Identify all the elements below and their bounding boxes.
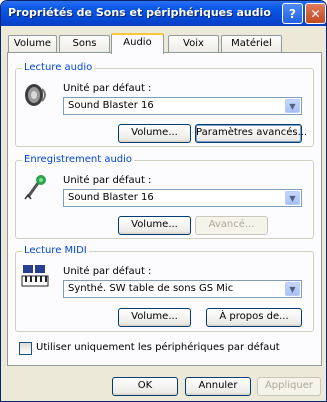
midi-group: Lecture MIDI Unité par défaut : Synthé. …: [15, 245, 314, 332]
chevron-down-icon: ▼: [285, 191, 300, 205]
tab-sounds[interactable]: Sons: [59, 35, 110, 53]
playback-volume-button[interactable]: Volume...: [118, 124, 191, 143]
close-icon: ✕: [310, 6, 321, 21]
microphone-icon: [24, 175, 46, 200]
tab-hardware[interactable]: Matériel: [221, 35, 282, 53]
playback-legend: Lecture audio: [22, 62, 95, 73]
midi-keyboard-icon: [21, 265, 49, 287]
recording-group: Enregistrement audio Unité par défaut : …: [15, 154, 314, 239]
apply-button: Appliquer: [257, 377, 321, 396]
playback-device-value: Sound Blaster 16: [68, 100, 154, 111]
recording-device-value: Sound Blaster 16: [68, 192, 154, 203]
window-title: Propriétés de Sons et périphériques audi…: [8, 6, 271, 19]
playback-group: Lecture audio Unité par défaut : Sound B…: [15, 62, 314, 147]
speaker-icon: [25, 84, 46, 106]
recording-advanced-button: Avancé...: [195, 216, 268, 235]
chevron-down-icon: ▼: [285, 282, 300, 296]
midi-default-label: Unité par défaut :: [63, 266, 152, 277]
recording-device-select[interactable]: Sound Blaster 16 ▼: [63, 189, 302, 207]
tab-volume[interactable]: Volume: [8, 35, 57, 53]
midi-device-select[interactable]: Synthé. SW table de sons GS Mic ▼: [63, 280, 302, 298]
midi-volume-button[interactable]: Volume...: [118, 308, 191, 327]
recording-legend: Enregistrement audio: [22, 154, 135, 165]
title-bar: Propriétés de Sons et périphériques audi…: [1, 1, 326, 26]
midi-about-button[interactable]: À propos de...: [206, 308, 302, 327]
chevron-down-icon: ▼: [285, 99, 300, 113]
tab-strip: Volume Sons Audio Voix Matériel: [7, 33, 322, 54]
help-button[interactable]: ?: [282, 3, 303, 24]
properties-window: Propriétés de Sons et périphériques audi…: [0, 0, 327, 402]
default-only-label: Utiliser uniquement les périphériques pa…: [36, 342, 280, 353]
cancel-button[interactable]: Annuler: [185, 377, 251, 396]
ok-button[interactable]: OK: [112, 377, 178, 396]
default-only-checkbox[interactable]: [19, 342, 32, 355]
tab-voice[interactable]: Voix: [168, 35, 219, 53]
midi-device-value: Synthé. SW table de sons GS Mic: [68, 283, 234, 294]
audio-tab-panel: Lecture audio Unité par défaut : Sound B…: [7, 52, 322, 366]
close-button[interactable]: ✕: [305, 3, 326, 24]
recording-volume-button[interactable]: Volume...: [118, 216, 191, 235]
playback-default-label: Unité par défaut :: [63, 83, 152, 94]
recording-default-label: Unité par défaut :: [63, 175, 152, 186]
midi-legend: Lecture MIDI: [22, 245, 89, 256]
playback-device-select[interactable]: Sound Blaster 16 ▼: [63, 97, 302, 115]
playback-advanced-button[interactable]: Paramètres avancés...: [195, 124, 307, 143]
tab-audio[interactable]: Audio: [111, 33, 164, 54]
help-icon: ?: [289, 6, 296, 21]
